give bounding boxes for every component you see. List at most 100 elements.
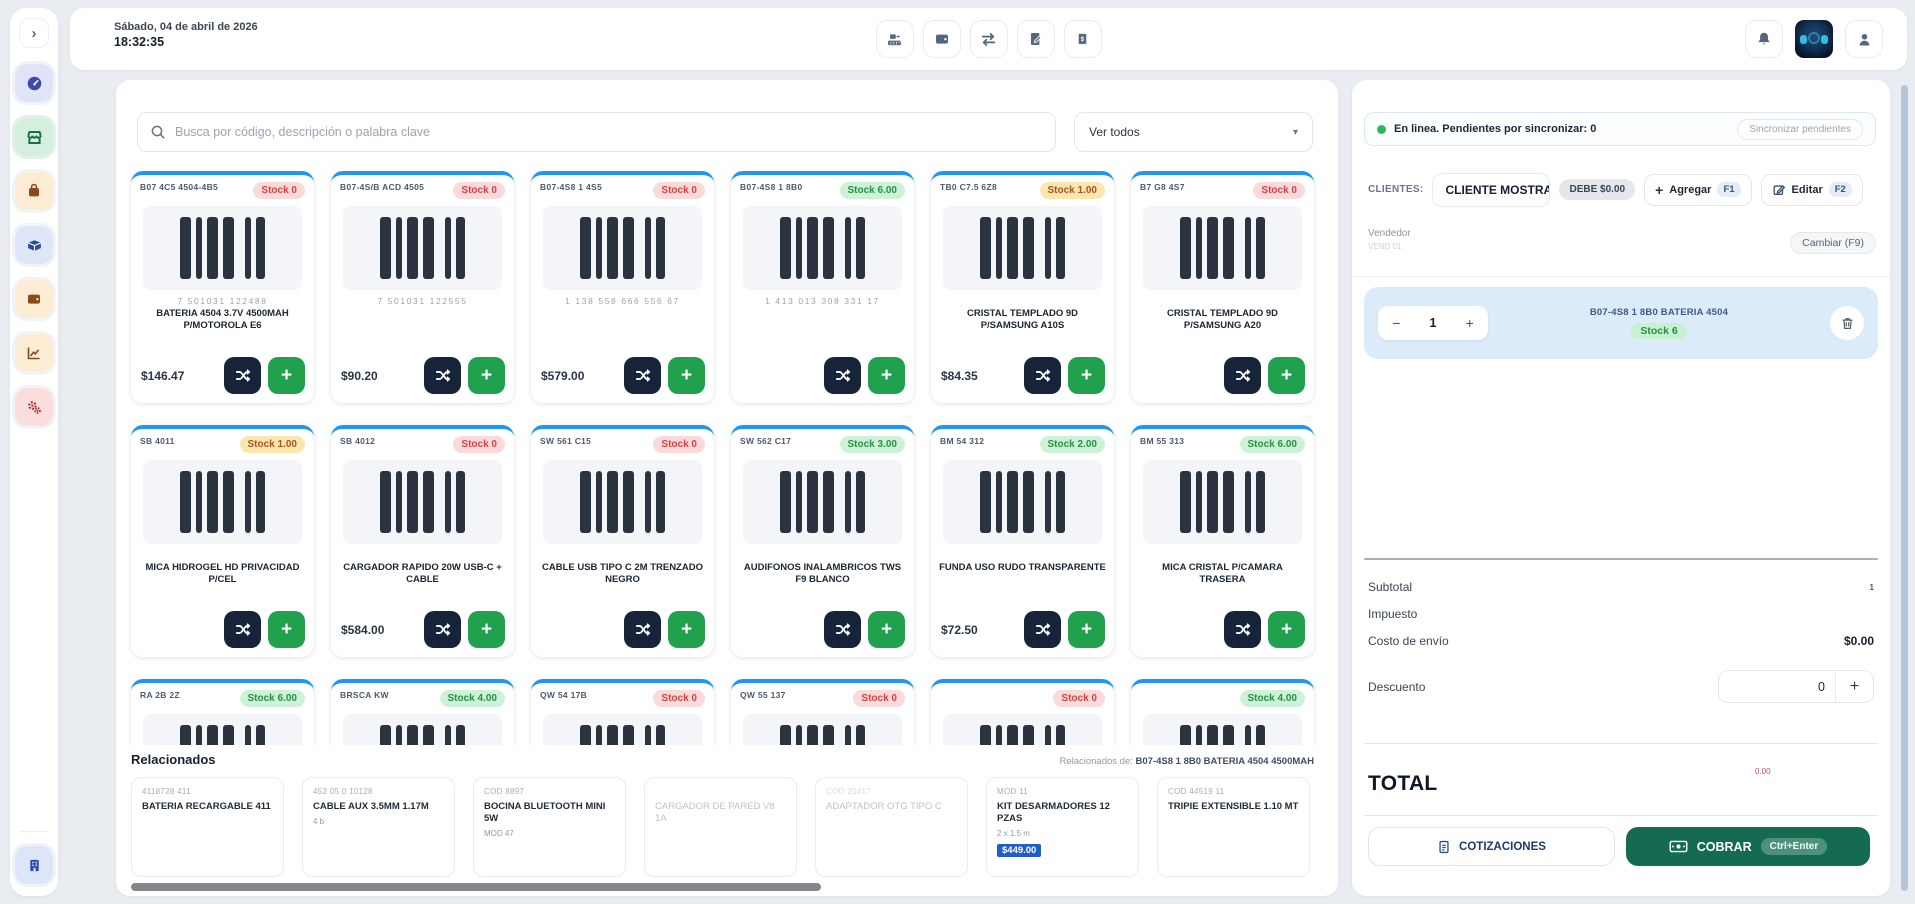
add-to-cart-button[interactable]: + (668, 611, 705, 648)
search-input[interactable] (175, 125, 1043, 139)
qty-minus-button[interactable]: − (1378, 315, 1415, 331)
product-card[interactable]: QW 54 17B Stock 0 + (531, 679, 714, 745)
stock-badge: Stock 3.00 (840, 436, 905, 453)
variants-button[interactable] (624, 357, 661, 394)
related-card[interactable]: COD 20417 ADAPTADOR OTG TIPO C (815, 777, 968, 877)
variants-button[interactable] (424, 611, 461, 648)
product-card[interactable]: BRSCA KW Stock 4.00 + (331, 679, 514, 745)
related-card[interactable]: MOD 11 KIT DESARMADORES 12 PZAS 2 x 1.5 … (986, 777, 1139, 877)
shuffle-icon (635, 368, 651, 383)
sidebar-item-inventory[interactable] (15, 226, 53, 264)
change-vendor-button[interactable]: Cambiar (F9) (1790, 232, 1876, 254)
barcode-image (743, 206, 902, 290)
discount-input[interactable] (1719, 671, 1835, 702)
quotes-button[interactable]: COTIZACIONES (1368, 827, 1615, 866)
related-card[interactable]: 452 05 0 10128 CABLE AUX 3.5MM 1.17M 4 b (302, 777, 455, 877)
filter-select[interactable]: Ver todos ▾ (1074, 112, 1313, 152)
transfer-button[interactable] (970, 20, 1008, 58)
add-to-cart-button[interactable]: + (268, 611, 305, 648)
vertical-scrollbar[interactable] (1901, 85, 1908, 891)
sidebar-item-cash[interactable] (15, 280, 53, 318)
stock-badge: Stock 1.00 (1040, 182, 1105, 199)
product-card[interactable]: Stock 0 + (931, 679, 1114, 745)
notifications-button[interactable] (1745, 20, 1783, 58)
plus-icon: + (1081, 620, 1092, 639)
support-avatar[interactable] (1795, 20, 1833, 58)
sidebar-item-dashboard[interactable] (15, 64, 53, 102)
add-client-button[interactable]: + Agregar F1 (1644, 174, 1751, 206)
add-to-cart-button[interactable]: + (468, 611, 505, 648)
client-select[interactable]: CLIENTE MOSTRA (1432, 173, 1550, 207)
variants-button[interactable] (1024, 611, 1061, 648)
add-to-cart-button[interactable]: + (1068, 357, 1105, 394)
add-to-cart-button[interactable]: + (1268, 611, 1305, 648)
qty-plus-button[interactable]: + (1451, 315, 1488, 331)
related-card[interactable]: 4118728 411 BATERIA RECARGABLE 411 (131, 777, 284, 877)
variants-button[interactable] (224, 611, 261, 648)
product-card[interactable]: B07-4S8 1 8B0 Stock 6.00 1 413 013 308 3… (731, 171, 914, 403)
related-card[interactable]: COD 44519 11 TRIPIE EXTENSIBLE 1.10 MT (1157, 777, 1310, 877)
horizontal-scrollbar[interactable] (131, 883, 821, 891)
product-code: SW 561 C15 (540, 436, 591, 446)
product-card[interactable]: B7 G8 4S7 Stock 0 CRISTAL TEMPLADO 9D P/… (1131, 171, 1314, 403)
cash-register-button[interactable] (876, 20, 914, 58)
product-card[interactable]: B07-4S/B ACD 4505 Stock 0 7 501031 12255… (331, 171, 514, 403)
discount-box: + (1718, 670, 1874, 703)
product-card[interactable]: Stock 4.00 + (1131, 679, 1314, 745)
stock-badge: Stock 0 (653, 436, 705, 453)
related-card[interactable]: CARGADOR DE PARED V8 1A (644, 777, 797, 877)
product-card[interactable]: RA 2B 2Z Stock 6.00 + (131, 679, 314, 745)
product-name: FUNDA USO RUDO TRANSPARENTE (939, 562, 1106, 586)
total-label: TOTAL (1368, 772, 1438, 796)
add-to-cart-button[interactable]: + (868, 611, 905, 648)
add-to-cart-button[interactable]: + (468, 357, 505, 394)
add-to-cart-button[interactable]: + (868, 357, 905, 394)
variants-button[interactable] (824, 357, 861, 394)
sidebar-item-settings[interactable] (15, 388, 53, 426)
barcode-digits: 7 501031 122488 (131, 296, 314, 306)
product-card[interactable]: BM 54 312 Stock 2.00 FUNDA USO RUDO TRAN… (931, 425, 1114, 657)
variants-button[interactable] (824, 611, 861, 648)
product-card[interactable]: B07 4C5 4504-4B5 Stock 0 7 501031 122488… (131, 171, 314, 403)
product-card[interactable]: QW 55 137 Stock 0 + (731, 679, 914, 745)
related-card[interactable]: COD 8897 BOCINA BLUETOOTH MINI 5W MOD 47 (473, 777, 626, 877)
barcode-digits (1131, 296, 1314, 306)
sidebar-item-reports[interactable] (15, 334, 53, 372)
variants-button[interactable] (1224, 357, 1261, 394)
add-to-cart-button[interactable]: + (268, 357, 305, 394)
add-to-cart-button[interactable]: + (1068, 611, 1105, 648)
sidebar-item-business[interactable] (15, 846, 53, 884)
add-to-cart-button[interactable]: + (1268, 357, 1305, 394)
receipt-dollar-button[interactable]: $ (1064, 20, 1102, 58)
shuffle-icon (1035, 368, 1051, 383)
variants-button[interactable] (424, 357, 461, 394)
filter-value: Ver todos (1089, 125, 1140, 139)
remove-item-button[interactable] (1830, 306, 1864, 340)
related-code: 4118728 411 (142, 787, 273, 796)
product-card[interactable]: SW 561 C15 Stock 0 CABLE USB TIPO C 2M T… (531, 425, 714, 657)
wallet-button[interactable] (923, 20, 961, 58)
edit-client-button[interactable]: Editar F2 (1761, 174, 1863, 206)
variants-button[interactable] (1024, 357, 1061, 394)
add-to-cart-button[interactable]: + (668, 357, 705, 394)
variants-button[interactable] (224, 357, 261, 394)
product-card[interactable]: SB 4012 Stock 0 CARGADOR RAPIDO 20W USB-… (331, 425, 514, 657)
sidebar-expand-button[interactable]: › (19, 18, 49, 48)
product-code: B07-4S8 1 8B0 (740, 182, 803, 192)
sidebar-item-purchases[interactable] (15, 172, 53, 210)
sidebar-item-store[interactable] (15, 118, 53, 156)
product-code: SB 4011 (140, 436, 175, 446)
product-card[interactable]: BM 55 313 Stock 6.00 MICA CRISTAL P/CAMA… (1131, 425, 1314, 657)
discount-plus-button[interactable]: + (1835, 671, 1873, 702)
product-card[interactable]: B07-4S8 1 4S5 Stock 0 1 138 558 666 556 … (531, 171, 714, 403)
product-card[interactable]: TB0 C7.5 6Z8 Stock 1.00 CRISTAL TEMPLADO… (931, 171, 1114, 403)
product-card[interactable]: SB 4011 Stock 1.00 MICA HIDROGEL HD PRIV… (131, 425, 314, 657)
variants-button[interactable] (1224, 611, 1261, 648)
sync-pending-button[interactable]: Sincronizar pendientes (1737, 119, 1863, 140)
variants-button[interactable] (624, 611, 661, 648)
divider (1352, 276, 1890, 277)
user-profile-button[interactable] (1845, 20, 1883, 58)
charge-button[interactable]: COBRAR Ctrl+Enter (1626, 827, 1870, 866)
product-card[interactable]: SW 562 C17 Stock 3.00 AUDIFONOS INALAMBR… (731, 425, 914, 657)
sale-note-button[interactable] (1017, 20, 1055, 58)
